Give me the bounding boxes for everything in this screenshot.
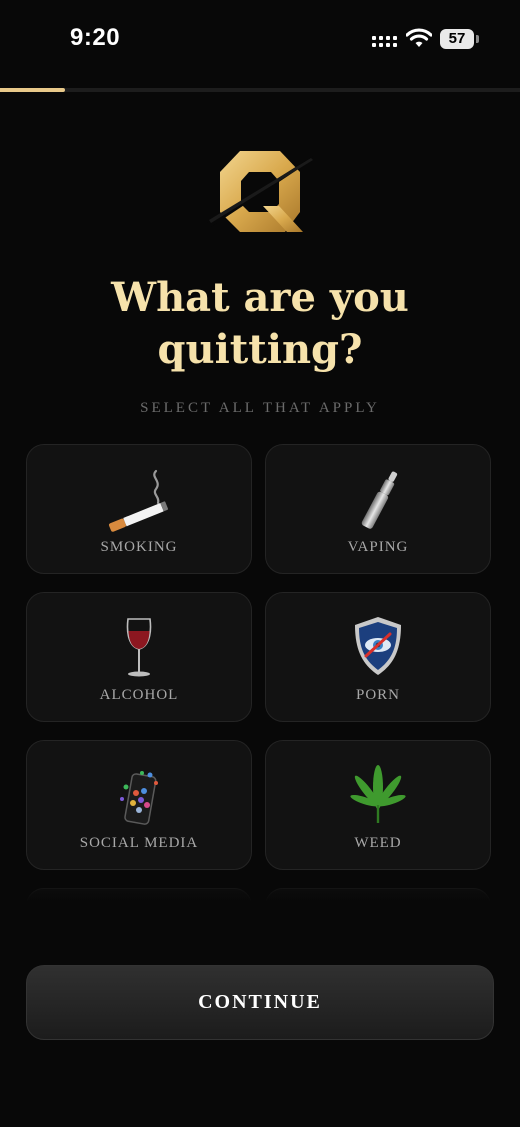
blocked-eye-shield-icon [343,615,413,681]
scroll-fade [0,870,520,902]
title-line-2: quitting? [157,326,363,373]
option-card-porn[interactable]: PORN [265,592,491,722]
status-time: 9:20 [70,24,121,51]
progress-bar [0,88,520,92]
gold-q-logo-icon [205,148,315,238]
cannabis-leaf-icon [343,763,413,829]
option-label: SMOKING [100,539,178,555]
options-grid: SMOKING VAPING ALCOHOL PORN SOCIAL MEDIA… [0,440,520,902]
status-bar: 9:20 57 [0,0,520,78]
title-line-1: What are you [111,274,409,321]
option-card-vaping[interactable]: VAPING [265,444,491,574]
option-label: PORN [355,687,400,703]
battery-nub [476,35,479,43]
continue-button[interactable]: CONTINUE [26,965,494,1040]
vape-pen-icon [343,467,413,533]
option-card-alcohol[interactable]: ALCOHOL [26,592,252,722]
option-label: ALCOHOL [99,687,179,703]
battery-indicator: 57 [440,29,474,49]
cigarette-icon [104,467,174,533]
option-card-weed[interactable]: WEED [265,740,491,870]
page-title: What are you quitting? [0,272,520,376]
page-subtitle: SELECT ALL THAT APPLY [140,400,380,416]
cellular-signal-icon [372,36,398,48]
option-label: VAPING [347,539,409,555]
progress-bar-fill [0,88,65,92]
smartphone-apps-icon [104,763,174,829]
wine-glass-icon [104,615,174,681]
option-card-smoking[interactable]: SMOKING [26,444,252,574]
wifi-icon [405,28,433,48]
option-label: WEED [354,835,402,851]
option-label: SOCIAL MEDIA [79,835,199,851]
option-card-social-media[interactable]: SOCIAL MEDIA [26,740,252,870]
